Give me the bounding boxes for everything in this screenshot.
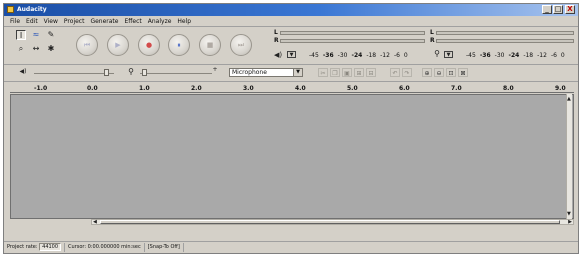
input-volume-knob[interactable] xyxy=(142,69,147,76)
track-area[interactable] xyxy=(10,94,574,219)
ruler-label: 2.0 xyxy=(191,85,202,92)
ruler-label: 5.0 xyxy=(347,85,358,92)
ruler-label: 7.0 xyxy=(451,85,462,92)
ruler-label: 9.0 xyxy=(555,85,566,92)
output-volume-knob[interactable] xyxy=(104,69,109,76)
status-bar: Project rate: 44100 Cursor: 0:00.000000 … xyxy=(4,241,578,253)
rec-meter-dropdown[interactable]: ▼ xyxy=(444,51,453,58)
record-button[interactable]: ● xyxy=(138,34,160,56)
play-meter-scale: -45 -36 -30 -24 -18 -12 -6 0 xyxy=(309,52,408,59)
ruler-label: 6.0 xyxy=(399,85,410,92)
horizontal-scroll-thumb[interactable] xyxy=(100,220,560,224)
ruler-label: 1.0 xyxy=(139,85,150,92)
project-rate-field[interactable]: 44100 xyxy=(39,243,62,251)
fit-project-icon[interactable]: ⊠ xyxy=(458,68,468,77)
play-meter-left-bar xyxy=(280,31,425,35)
fit-selection-icon[interactable]: ⊡ xyxy=(446,68,456,77)
cut-icon[interactable]: ✂ xyxy=(318,68,328,77)
multi-tool-icon[interactable]: ✱ xyxy=(46,44,56,54)
scroll-down-icon[interactable]: ▼ xyxy=(567,211,571,217)
input-source-select[interactable]: Microphone ▼ xyxy=(229,68,303,77)
maximize-button[interactable]: □ xyxy=(553,5,563,14)
scroll-right-icon[interactable]: ▶ xyxy=(568,219,572,225)
copy-icon[interactable]: ❐ xyxy=(330,68,340,77)
stop-icon: ■ xyxy=(206,40,214,49)
cursor-position: Cursor: 0:00.000000 min:sec xyxy=(65,243,145,252)
slider-max-label: + xyxy=(212,66,218,73)
skip-start-button[interactable]: ⏮ xyxy=(76,34,98,56)
rec-meter-right-bar xyxy=(436,39,574,43)
timeline-ruler[interactable]: -1.0 0.0 1.0 2.0 3.0 4.0 5.0 6.0 7.0 8.0… xyxy=(10,85,574,93)
zoom-icon[interactable]: ⌕ xyxy=(16,44,26,54)
skip-end-icon: ⏭ xyxy=(237,40,245,49)
horizontal-scrollbar[interactable]: ◀ ▶ xyxy=(91,219,574,225)
ruler-label: 4.0 xyxy=(295,85,306,92)
record-icon: ● xyxy=(145,40,153,49)
input-volume-icon: ⚲ xyxy=(128,67,134,76)
snap-status: [Snap-To Off] xyxy=(145,243,184,252)
play-meter-right-label: R xyxy=(274,37,279,44)
input-source-value: Microphone xyxy=(232,69,267,76)
menu-analyze[interactable]: Analyze xyxy=(148,18,172,25)
menu-view[interactable]: View xyxy=(44,18,58,25)
envelope-icon[interactable]: ≈ xyxy=(31,30,41,40)
audacity-window: Audacity _ □ X File Edit View Project Ge… xyxy=(3,3,579,254)
ruler-label: 0.0 xyxy=(87,85,98,92)
play-meter-dropdown[interactable]: ▼ xyxy=(287,51,296,58)
chevron-down-icon: ▼ xyxy=(293,69,302,76)
vertical-scrollbar[interactable]: ▲ ▼ xyxy=(566,94,572,219)
ruler-label: 8.0 xyxy=(503,85,514,92)
menu-bar: File Edit View Project Generate Effect A… xyxy=(4,16,578,26)
pause-icon: ⏸ xyxy=(177,40,181,49)
scroll-up-icon[interactable]: ▲ xyxy=(567,96,571,102)
minimize-button[interactable]: _ xyxy=(542,5,552,14)
rec-meter-right-label: R xyxy=(430,37,435,44)
menu-help[interactable]: Help xyxy=(177,18,191,25)
trim-icon[interactable]: ⊞ xyxy=(354,68,364,77)
menu-edit[interactable]: Edit xyxy=(26,18,38,25)
silence-icon[interactable]: ⊟ xyxy=(366,68,376,77)
undo-icon[interactable]: ↶ xyxy=(390,68,400,77)
rec-meter-scale: -45 -36 -30 -24 -18 -12 -6 0 xyxy=(466,52,565,59)
rec-meter-left-label: L xyxy=(430,29,434,36)
play-icon: ▶ xyxy=(115,40,121,49)
skip-end-button[interactable]: ⏭ xyxy=(230,34,252,56)
paste-icon[interactable]: ▣ xyxy=(342,68,352,77)
ruler-label: -1.0 xyxy=(34,85,48,92)
output-volume-slider[interactable] xyxy=(34,73,114,74)
ruler-label: 3.0 xyxy=(243,85,254,92)
pause-button[interactable]: ⏸ xyxy=(168,34,190,56)
zoom-out-icon[interactable]: ⊖ xyxy=(434,68,444,77)
stop-button[interactable]: ■ xyxy=(199,34,221,56)
zoom-in-icon[interactable]: ⊕ xyxy=(422,68,432,77)
app-icon xyxy=(7,6,14,13)
window-title: Audacity xyxy=(17,6,47,13)
redo-icon[interactable]: ↷ xyxy=(402,68,412,77)
output-volume-icon: ◀) xyxy=(19,68,27,75)
play-button[interactable]: ▶ xyxy=(107,34,129,56)
menu-project[interactable]: Project xyxy=(64,18,85,25)
skip-start-icon: ⏮ xyxy=(83,40,91,49)
pencil-icon[interactable]: ✎ xyxy=(46,30,56,40)
menu-effect[interactable]: Effect xyxy=(124,18,141,25)
input-volume-slider[interactable] xyxy=(140,73,212,74)
speaker-icon: ◀) xyxy=(274,51,283,59)
menu-generate[interactable]: Generate xyxy=(90,18,118,25)
microphone-icon: ⚲ xyxy=(434,49,440,58)
close-button[interactable]: X xyxy=(565,5,575,14)
title-bar[interactable]: Audacity _ □ X xyxy=(4,4,578,16)
menu-file[interactable]: File xyxy=(10,18,20,25)
rec-meter-left-bar xyxy=(436,31,574,35)
ibeam-icon[interactable]: I xyxy=(16,30,26,40)
play-meter-right-bar xyxy=(280,39,425,43)
project-rate-label: Project rate: xyxy=(7,244,38,250)
timeshift-icon[interactable]: ↔ xyxy=(31,44,41,54)
scroll-left-icon[interactable]: ◀ xyxy=(93,219,97,225)
play-meter-left-label: L xyxy=(274,29,278,36)
